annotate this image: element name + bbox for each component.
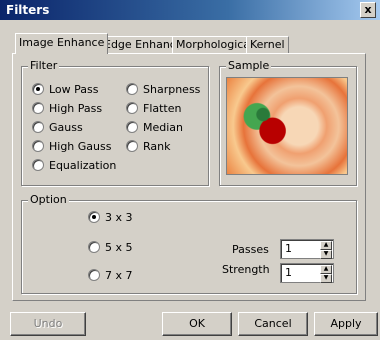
radio-dot-icon [88,211,100,223]
radio-dot-icon [32,140,44,152]
radio-label: 3 x 3 [105,211,133,224]
sample-group: Sample [219,59,357,186]
filter-group-legend: Filter [28,59,60,72]
option-group-legend: Option [28,193,69,206]
sample-preview-image [226,77,348,175]
tab-image-enhance[interactable]: Image Enhance [15,33,109,54]
radio-sharpness[interactable]: Sharpness [126,83,200,96]
spin-up-icon[interactable]: ▲ [320,241,332,250]
strength-spin-arrows[interactable]: ▲ ▼ [320,265,332,283]
passes-value[interactable]: 1 [285,242,292,255]
ok-button[interactable]: OK [162,312,232,336]
radio-dot-icon [126,83,138,95]
radio-label: Rank [143,140,171,153]
option-group: Option 3 x 3 5 x 5 7 x 7 Passes 1 ▲ ▼ St… [21,193,357,294]
window-title: Filters [6,3,50,17]
radio-rank[interactable]: Rank [126,140,170,153]
radio-dot-icon [126,102,138,114]
radio-3x3[interactable]: 3 x 3 [88,211,133,224]
strength-value[interactable]: 1 [285,266,292,279]
radio-7x7[interactable]: 7 x 7 [88,269,133,282]
radio-median[interactable]: Median [126,121,183,134]
undo-button[interactable]: Undo [10,312,86,336]
radio-gauss[interactable]: Gauss [32,121,83,134]
radio-label: High Gauss [49,140,112,153]
radio-dot-icon [126,121,138,133]
passes-spinner[interactable]: 1 ▲ ▼ [280,239,334,259]
radio-label: High Pass [49,102,103,115]
passes-label: Passes [232,243,269,256]
cancel-button[interactable]: Cancel [238,312,308,336]
radio-dot-icon [88,241,100,253]
tab-morphological[interactable]: Morphological [172,36,258,53]
radio-label: Gauss [49,121,83,134]
radio-dot-icon [126,140,138,152]
radio-label: Sharpness [143,83,201,96]
radio-low-pass[interactable]: Low Pass [32,83,99,96]
apply-button[interactable]: Apply [314,312,378,336]
radio-dot-icon [32,121,44,133]
radio-label: Median [143,121,184,134]
radio-label: Flatten [143,102,182,115]
radio-dot-icon [32,102,44,114]
tab-kernel[interactable]: Kernel [246,36,289,53]
radio-dot-icon [32,83,44,95]
tab-panel: Filter Low Pass High Pass Gauss High Gau… [12,53,366,301]
strength-label: Strength [222,263,270,276]
spin-down-icon[interactable]: ▼ [320,274,332,283]
radio-high-pass[interactable]: High Pass [32,102,102,115]
radio-label: Low Pass [49,83,99,96]
radio-5x5[interactable]: 5 x 5 [88,241,133,254]
spin-down-icon[interactable]: ▼ [320,250,332,259]
sample-group-legend: Sample [226,59,272,72]
radio-high-gauss[interactable]: High Gauss [32,140,111,153]
spin-up-icon[interactable]: ▲ [320,265,332,274]
radio-label: Equalization [49,159,117,172]
close-button[interactable]: x [360,2,376,18]
radio-dot-icon [88,269,100,281]
radio-equalization[interactable]: Equalization [32,159,116,172]
radio-dot-icon [32,159,44,171]
strength-spinner[interactable]: 1 ▲ ▼ [280,263,334,283]
radio-label: 7 x 7 [105,269,133,282]
passes-spin-arrows[interactable]: ▲ ▼ [320,241,332,259]
radio-label: 5 x 5 [105,241,133,254]
filter-group: Filter Low Pass High Pass Gauss High Gau… [21,59,209,186]
title-bar: Filters x [0,0,380,20]
radio-flatten[interactable]: Flatten [126,102,182,115]
